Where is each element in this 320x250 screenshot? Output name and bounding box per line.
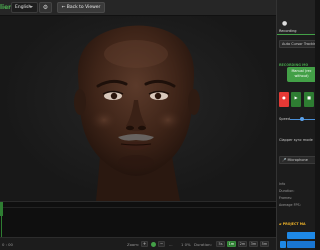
top-toolbar: lier English ⚙ ← Back to Viewer — [0, 0, 276, 16]
settings-button[interactable]: ⚙ — [39, 2, 52, 13]
bottom-controls: 0 : 00 Zoom: + − ... 1 0% Duration: 5s 1m… — [0, 237, 276, 250]
project-heading-label: PROJECT MA — [282, 222, 306, 226]
play-button[interactable]: ▶ — [291, 92, 301, 107]
project-secondary-button[interactable] — [287, 241, 315, 248]
microphone-toggle[interactable]: 🎤 Microphone — [279, 156, 315, 164]
record-icon: ● — [282, 95, 286, 100]
stop-button[interactable]: ■ — [304, 92, 314, 107]
info-heading: Info — [279, 182, 286, 186]
speed-label: Speed — [279, 117, 290, 121]
right-panel: ● Recording Auto Cursor Tracking RECORDI… — [276, 0, 315, 250]
chevron-down-icon — [29, 6, 33, 8]
duration-option[interactable]: 3m — [249, 241, 258, 247]
tab-recording-label: Recording — [279, 29, 297, 33]
zoom-out-button[interactable]: − — [158, 241, 165, 247]
project-manager-heading: ▰ PROJECT MA — [277, 222, 315, 230]
duration-option[interactable]: 5m — [260, 241, 269, 247]
zoom-in-button[interactable]: + — [141, 241, 148, 247]
active-tab-indicator — [277, 34, 315, 35]
timeline[interactable] — [0, 201, 276, 238]
duration-option[interactable]: 5s — [216, 241, 225, 247]
current-time: 0 : 00 — [2, 242, 13, 247]
record-icon: ● — [282, 20, 288, 27]
timeline-ruler — [0, 202, 276, 208]
zoom-indicator-dot — [151, 242, 156, 247]
zoom-percent: ... — [169, 242, 173, 247]
info-row: Frames: — [279, 196, 293, 200]
info-row: Duration: — [279, 189, 295, 193]
info-row: Average FPS: — [279, 203, 301, 207]
duration-option[interactable]: 2m — [238, 241, 247, 247]
project-action-button[interactable] — [287, 232, 315, 239]
auto-cursor-tracking-toggle[interactable]: Auto Cursor Tracking — [279, 40, 315, 48]
manual-mode-button[interactable]: Manual (rec without) — [287, 67, 315, 82]
stop-icon: ■ — [307, 95, 311, 100]
folder-icon: ▰ — [279, 222, 282, 226]
duration-option[interactable]: 1m — [227, 241, 236, 247]
head-model — [74, 25, 200, 201]
zoom-label: Zoom: — [127, 242, 140, 247]
play-icon: ▶ — [294, 95, 298, 100]
3d-viewport[interactable] — [0, 16, 276, 201]
project-icon-button[interactable] — [280, 241, 286, 248]
record-button[interactable]: ● — [279, 92, 289, 107]
microphone-icon: 🎤 — [282, 158, 287, 162]
gear-icon: ⚙ — [42, 4, 49, 11]
duration-label: Duration: — [194, 242, 212, 247]
fps-readout: 1 0% — [181, 242, 191, 247]
speed-slider-handle[interactable] — [299, 117, 304, 121]
tab-recording[interactable]: ● Recording — [277, 0, 315, 35]
playhead-line — [1, 208, 2, 238]
clapper-sync-toggle[interactable]: Clapper sync mode — [279, 138, 313, 142]
app-brand: lier — [0, 4, 12, 11]
back-to-viewer-button[interactable]: ← Back to Viewer — [57, 2, 105, 13]
microphone-label: Microphone — [287, 158, 308, 162]
language-select[interactable]: English — [11, 2, 38, 13]
